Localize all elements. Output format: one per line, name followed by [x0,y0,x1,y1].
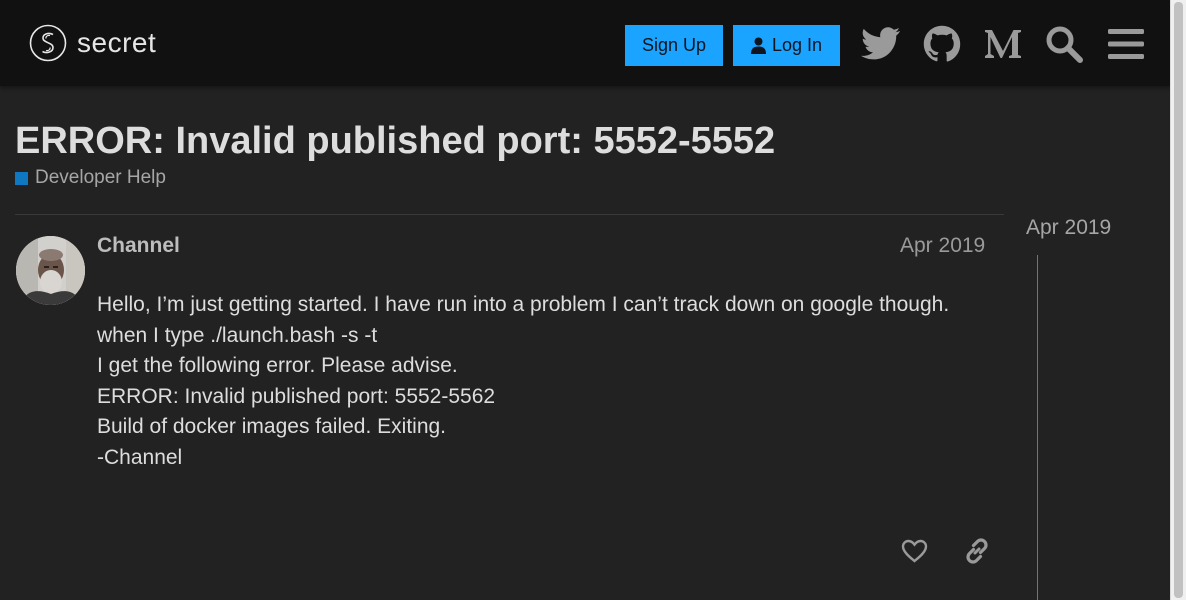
logo-text: secret [77,27,157,58]
sign-up-button[interactable]: Sign Up [625,25,723,66]
github-icon[interactable] [922,25,962,63]
topic-title[interactable]: ERROR: Invalid published port: 5552-5552 [15,120,775,163]
medium-icon[interactable] [983,25,1023,63]
topic-divider [15,214,1004,215]
category-badge[interactable]: Developer Help [15,167,166,189]
secret-logo-icon [29,24,67,62]
user-avatar-image [16,236,85,305]
search-icon[interactable] [1044,25,1084,63]
post-line: ERROR: Invalid published port: 5552-5562 [97,384,496,408]
post-date[interactable]: Apr 2019 [900,234,985,258]
like-button[interactable] [899,536,929,566]
post-line: -Channel [97,445,183,469]
category-color-swatch [15,171,28,185]
site-header: secret Sign Up Log In [0,0,1171,86]
post-body: Hello, I’m just getting started. I have … [97,290,949,473]
scrollbar-thumb[interactable] [1174,2,1183,598]
post-line: Hello, I’m just getting started. I have … [97,293,950,316]
timeline-date[interactable]: Apr 2019 [1026,216,1111,240]
log-in-button[interactable]: Log In [733,25,840,66]
share-link-button[interactable] [962,536,992,566]
post-line: Build of docker images failed. Exiting. [97,415,447,438]
avatar[interactable] [16,236,85,305]
post-line: I get the following error. Please advise… [97,354,458,377]
heart-icon [901,539,927,563]
twitter-icon[interactable] [861,25,901,63]
link-icon [966,538,988,564]
timeline-scroll-track[interactable] [1037,255,1038,600]
user-icon [750,37,766,54]
hamburger-menu-icon[interactable] [1106,25,1146,63]
post-username[interactable]: Channel [97,234,180,258]
category-label: Developer Help [35,167,166,188]
log-in-label: Log In [771,35,823,55]
site-logo[interactable]: secret [29,24,156,62]
page-scrollbar[interactable] [1170,0,1186,600]
post-line: when I type ./launch.bash -s -t [97,323,378,347]
